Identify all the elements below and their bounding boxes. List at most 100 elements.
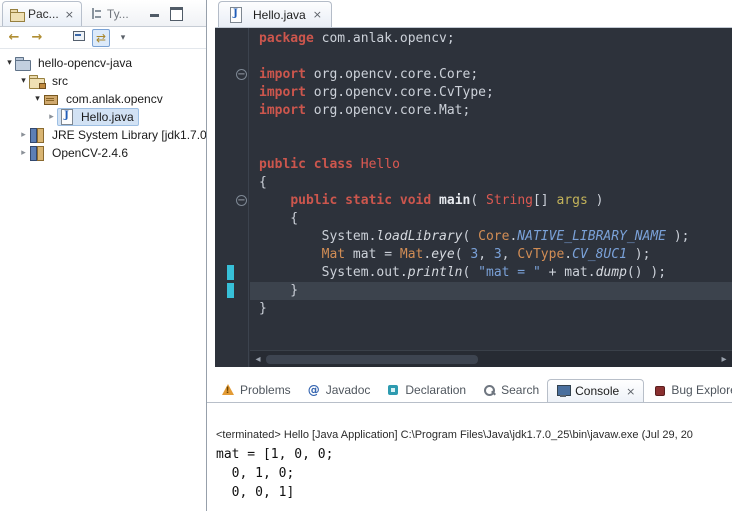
link-with-editor-icon[interactable]: ⇄ xyxy=(92,29,110,47)
console-panel: Problems Javadoc Declaration Search Cons… xyxy=(207,377,732,511)
code-line[interactable]: public static void main( String[] args ) xyxy=(259,192,732,210)
code-token: eye xyxy=(431,247,454,262)
code-token: [] xyxy=(533,193,556,208)
expand-arrow-icon[interactable]: ▾ xyxy=(32,94,43,104)
close-icon[interactable]: × xyxy=(626,385,635,398)
tree-item-hello-java[interactable]: ▸ Hello.java xyxy=(0,108,206,126)
code-token: import xyxy=(259,67,306,82)
scroll-right-icon[interactable]: ▸ xyxy=(716,354,732,365)
code-token: Mat xyxy=(322,247,345,262)
java-file-icon xyxy=(228,7,244,23)
code-token: static xyxy=(345,193,392,208)
tab-bug-explorer[interactable]: Bug Explorer xyxy=(644,378,732,402)
tree-item-src[interactable]: ▾ src xyxy=(0,72,206,90)
code-lines: package com.anlak.opencv; import org.ope… xyxy=(250,28,732,350)
tree-item-label: JRE System Library [jdk1.7.0_25] xyxy=(49,127,206,143)
code-token: System.out. xyxy=(259,265,408,280)
tree-item-project[interactable]: ▾ hello-opencv-java xyxy=(0,54,206,72)
close-icon[interactable]: × xyxy=(313,8,322,21)
source-folder-icon xyxy=(29,73,45,89)
code-token: ( xyxy=(463,265,479,280)
code-line[interactable]: System.loadLibrary( Core.NATIVE_LIBRARY_… xyxy=(259,228,732,246)
expand-arrow-icon[interactable]: ▾ xyxy=(4,58,15,68)
collapse-arrow-icon[interactable]: ▸ xyxy=(18,130,29,140)
fold-collapse-icon[interactable]: − xyxy=(236,195,247,206)
code-line[interactable]: { xyxy=(259,210,732,228)
code-token: dump xyxy=(596,265,627,280)
scrollbar-thumb[interactable] xyxy=(266,355,478,364)
tab-declaration[interactable]: Declaration xyxy=(378,378,474,402)
code-line[interactable] xyxy=(259,120,732,138)
code-token: ( xyxy=(463,229,479,244)
code-token: public xyxy=(290,193,337,208)
minimize-icon[interactable] xyxy=(149,7,161,18)
tab-label: Console xyxy=(575,384,619,398)
code-editor[interactable]: −− package com.anlak.opencv; import org.… xyxy=(215,28,732,367)
code-token: , xyxy=(502,247,518,262)
tab-search[interactable]: Search xyxy=(474,378,547,402)
expand-arrow-icon[interactable]: ▾ xyxy=(18,76,29,86)
code-token: println xyxy=(408,265,463,280)
code-line[interactable]: } xyxy=(250,282,732,300)
selected-tree-item[interactable]: Hello.java xyxy=(57,108,139,126)
maximize-icon[interactable] xyxy=(170,7,182,18)
code-token xyxy=(392,193,400,208)
code-token: ( xyxy=(455,247,471,262)
tab-package-explorer[interactable]: Pac... × xyxy=(2,1,82,26)
collapse-arrow-icon[interactable]: ▸ xyxy=(46,112,57,122)
code-token: ) xyxy=(588,193,604,208)
code-line[interactable]: { xyxy=(259,174,732,192)
code-line[interactable]: import org.opencv.core.Core; xyxy=(259,66,732,84)
code-line[interactable]: import org.opencv.core.Mat; xyxy=(259,102,732,120)
code-token: ); xyxy=(627,247,650,262)
code-line[interactable]: } xyxy=(259,300,732,318)
code-line[interactable]: System.out.println( "mat = " + mat.dump(… xyxy=(259,264,732,282)
tab-label: Bug Explorer xyxy=(671,383,732,397)
code-token: mat = xyxy=(345,247,400,262)
horizontal-scrollbar[interactable]: ◂ ▸ xyxy=(250,350,732,367)
code-token: import xyxy=(259,103,306,118)
bug-icon xyxy=(652,383,666,397)
view-menu-icon[interactable]: ▾ xyxy=(117,30,129,46)
tab-type-hierarchy[interactable]: Ty... xyxy=(82,1,136,26)
editor-tab-bar: Hello.java × xyxy=(215,0,732,28)
tab-problems[interactable]: Problems xyxy=(213,378,299,402)
code-token: , xyxy=(478,247,494,262)
code-token: NATIVE_LIBRARY_NAME xyxy=(517,229,666,244)
tab-console[interactable]: Console × xyxy=(547,379,644,403)
view-tab-bar: Pac... × Ty... xyxy=(0,0,206,27)
code-line[interactable]: public class Hello xyxy=(259,156,732,174)
code-line[interactable] xyxy=(259,48,732,66)
collapse-arrow-icon[interactable]: ▸ xyxy=(18,148,29,158)
tab-javadoc[interactable]: Javadoc xyxy=(299,378,379,402)
code-token: 3 xyxy=(494,247,502,262)
tree-item-opencv-library[interactable]: ▸ OpenCV-2.4.6 xyxy=(0,144,206,162)
collapse-all-icon[interactable] xyxy=(73,30,85,46)
back-icon[interactable]: ← xyxy=(6,30,22,46)
console-status-line: <terminated> Hello [Java Application] C:… xyxy=(216,429,732,441)
tab-label: Pac... xyxy=(28,7,59,21)
tree-item-package[interactable]: ▾ com.anlak.opencv xyxy=(0,90,206,108)
code-token: } xyxy=(259,301,267,316)
code-line[interactable]: import org.opencv.core.CvType; xyxy=(259,84,732,102)
tab-label: Declaration xyxy=(405,383,466,397)
forward-icon[interactable]: → xyxy=(29,30,45,46)
code-token: import xyxy=(259,85,306,100)
editor-tab-label: Hello.java xyxy=(253,8,306,22)
scroll-left-icon[interactable]: ◂ xyxy=(250,354,266,365)
code-token: org.opencv.core.Core; xyxy=(306,67,478,82)
code-line[interactable]: Mat mat = Mat.eye( 3, 3, CvType.CV_8UC1 … xyxy=(259,246,732,264)
console-view[interactable]: <terminated> Hello [Java Application] C:… xyxy=(207,429,732,502)
fold-collapse-icon[interactable]: − xyxy=(236,69,247,80)
close-icon[interactable]: × xyxy=(65,8,74,21)
editor-tab-hello-java[interactable]: Hello.java × xyxy=(218,1,332,27)
code-line[interactable] xyxy=(259,138,732,156)
code-token: package xyxy=(259,31,314,46)
code-token: Hello xyxy=(361,157,400,172)
tree-item-jre-library[interactable]: ▸ JRE System Library [jdk1.7.0_25] xyxy=(0,126,206,144)
code-line[interactable]: package com.anlak.opencv; xyxy=(259,30,732,48)
tree-item-label: src xyxy=(49,73,71,89)
annotation-ruler[interactable]: −− xyxy=(215,28,249,367)
code-token: Mat xyxy=(400,247,423,262)
project-tree: ▾ hello-opencv-java ▾ src ▾ com.anlak.op… xyxy=(0,49,206,162)
